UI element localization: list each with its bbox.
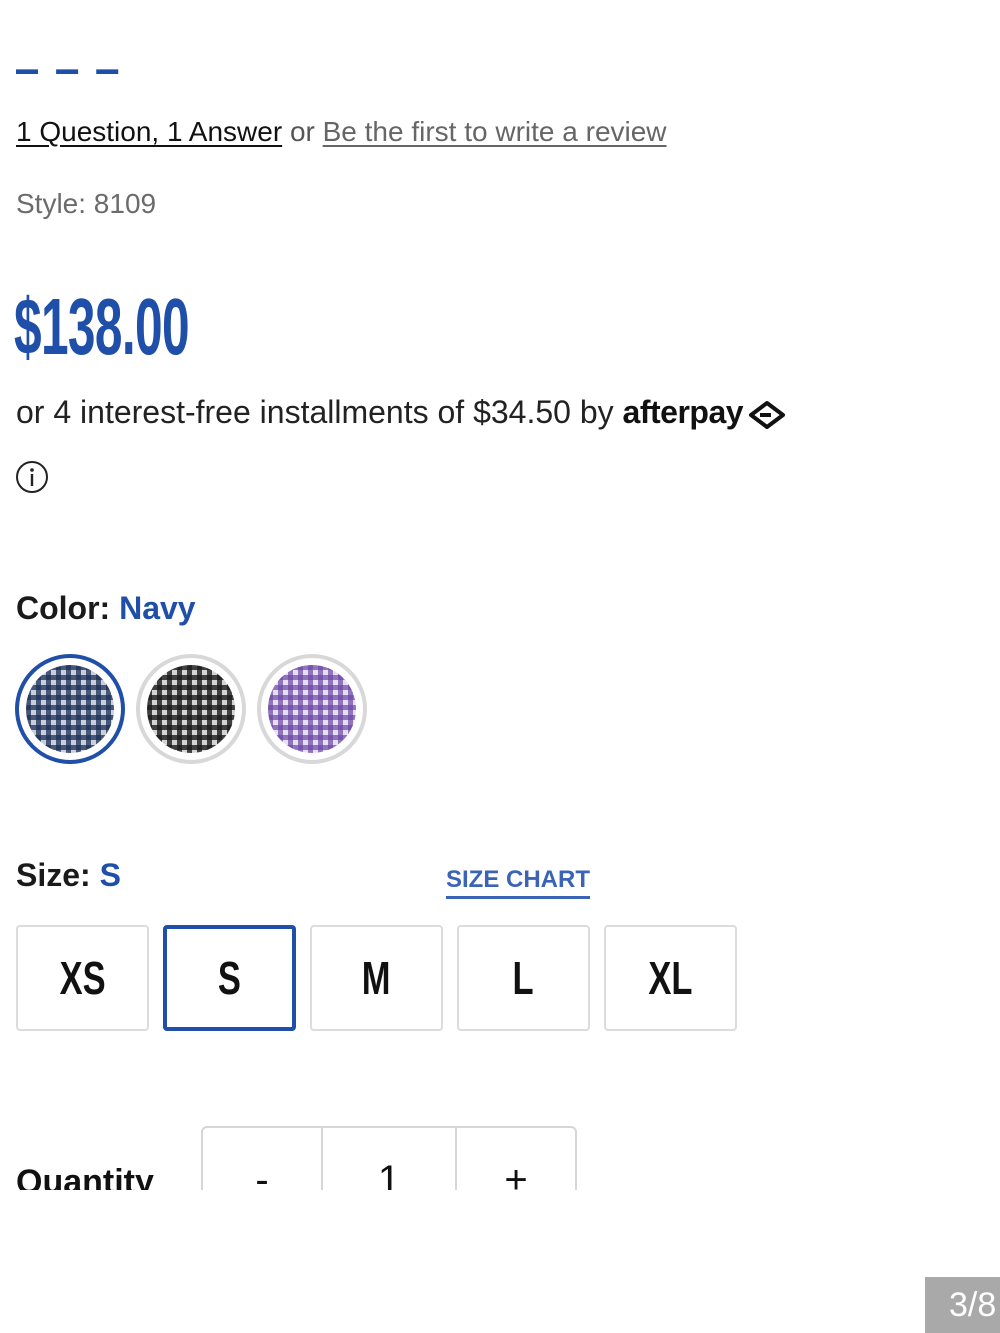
quantity-label: Quantity (16, 1163, 154, 1190)
size-option-l[interactable]: L (457, 925, 590, 1031)
afterpay-brand: afterpay (622, 394, 744, 430)
size-chart-link[interactable]: SIZE CHART (446, 864, 590, 899)
product-price: $138.00 (14, 282, 190, 371)
quantity-stepper: - 1 + (201, 1126, 577, 1190)
selected-color-value: Navy (119, 590, 196, 626)
reviews-separator: or (289, 116, 315, 147)
afterpay-message: or 4 interest-free installments of $34.5… (16, 390, 789, 434)
size-option-xs[interactable]: XS (16, 925, 149, 1031)
size-option-label: M (362, 952, 391, 1004)
size-option-label: XL (648, 952, 693, 1004)
afterpay-logo-icon (749, 400, 786, 429)
size-option-label: S (217, 952, 242, 1004)
size-option-s[interactable]: S (163, 925, 296, 1031)
image-page-counter: 3/8 (925, 1277, 1000, 1333)
cut-off-rating-stars: ▬ ▬ ▬ ▬ ▬ (16, 66, 156, 74)
reviews-row: 1 Question, 1 Answer or Be the first to … (16, 112, 667, 152)
quantity-increase-button[interactable]: + (457, 1128, 575, 1190)
selected-size-value: S (99, 857, 121, 893)
size-option-label: XS (59, 952, 106, 1004)
size-option-label: L (512, 952, 535, 1004)
swatch-black[interactable] (136, 654, 246, 764)
write-review-link[interactable]: Be the first to write a review (323, 116, 667, 147)
question-answer-link[interactable]: 1 Question, 1 Answer (16, 116, 282, 147)
size-label: Size: S (16, 855, 121, 895)
afterpay-text: or 4 interest-free installments of $34.5… (16, 394, 614, 430)
swatch-navy[interactable] (15, 654, 125, 764)
color-label-text: Color: (16, 590, 111, 626)
black-gingham-pattern (147, 665, 235, 753)
purple-gingham-pattern (268, 665, 356, 753)
navy-gingham-pattern (26, 665, 114, 753)
quantity-decrease-button[interactable]: - (203, 1128, 323, 1190)
quantity-section: Quantity - 1 + (0, 1100, 1000, 1190)
style-number: Style: 8109 (16, 188, 157, 219)
quantity-value[interactable]: 1 (323, 1128, 457, 1190)
size-option-xl[interactable]: XL (604, 925, 737, 1031)
color-label: Color: Navy (16, 588, 196, 628)
swatch-purple[interactable] (257, 654, 367, 764)
size-label-text: Size: (16, 857, 91, 893)
size-option-m[interactable]: M (310, 925, 443, 1031)
info-icon[interactable] (15, 460, 49, 494)
